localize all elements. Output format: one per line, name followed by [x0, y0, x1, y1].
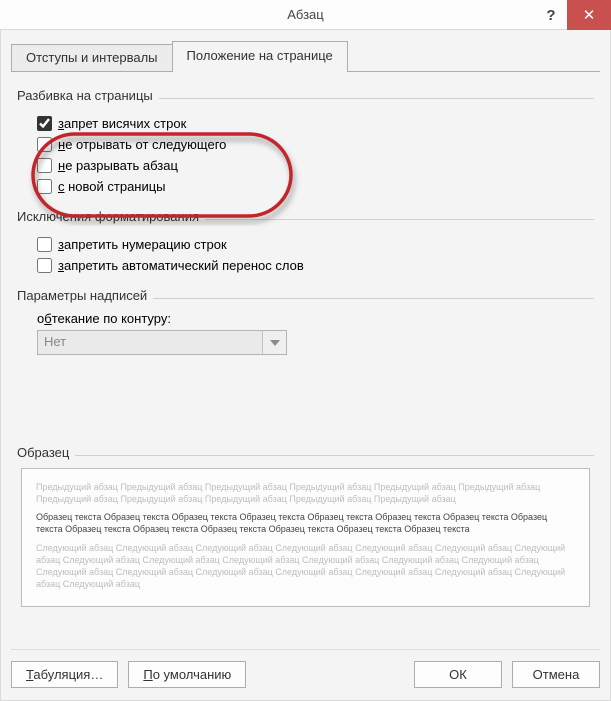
help-button[interactable]: ? — [535, 0, 567, 30]
cancel-button[interactable]: Отмена — [512, 661, 600, 688]
checkbox-page-break-before-input[interactable] — [37, 179, 52, 194]
group-caption-params-title: Параметры надписей — [17, 288, 147, 305]
checkbox-page-break-before[interactable]: с новой страницы — [37, 176, 226, 197]
checkbox-keep-lines-together-input[interactable] — [37, 158, 52, 173]
tabstrip: Отступы и интервалы Положение на страниц… — [11, 40, 600, 72]
default-button[interactable]: По умолчанию — [128, 661, 246, 688]
wrap-label: обтекание по контуру: — [37, 311, 594, 330]
tab-content: Разбивка на страницы запрет висячих стро… — [11, 72, 600, 607]
checkbox-widow-orphan[interactable]: запрет висячих строк — [37, 113, 594, 134]
group-format-exceptions: Исключения форматирования запретить нуме… — [17, 209, 594, 276]
group-pagination-title: Разбивка на страницы — [17, 88, 153, 105]
group-sample-title: Образец — [17, 445, 69, 462]
divider — [11, 649, 600, 650]
button-row: Табуляция… По умолчанию ОК Отмена — [11, 661, 600, 688]
highlight-oval: не отрывать от следующего не разрывать а… — [37, 134, 226, 197]
checkbox-widow-orphan-input[interactable] — [37, 116, 52, 131]
close-icon: ✕ — [583, 6, 596, 24]
dialog-body: Отступы и интервалы Положение на страниц… — [0, 30, 611, 701]
checkbox-keep-with-next-input[interactable] — [37, 137, 52, 152]
titlebar: Абзац ? ✕ — [0, 0, 611, 30]
window-controls: ? ✕ — [535, 0, 611, 30]
wrap-select-value: Нет — [38, 331, 262, 354]
preview-box: Предыдущий абзац Предыдущий абзац Предыд… — [21, 468, 590, 607]
checkbox-keep-with-next[interactable]: не отрывать от следующего — [37, 134, 226, 155]
checkbox-suppress-hyphenation-input[interactable] — [37, 258, 52, 273]
group-sample: Образец Предыдущий абзац Предыдущий абза… — [17, 445, 594, 607]
group-format-exceptions-title: Исключения форматирования — [17, 209, 199, 226]
tab-indent-spacing[interactable]: Отступы и интервалы — [11, 44, 173, 72]
tabs-button[interactable]: Табуляция… — [11, 661, 118, 688]
checkbox-keep-lines-together[interactable]: не разрывать абзац — [37, 155, 226, 176]
close-button[interactable]: ✕ — [567, 0, 611, 30]
tabstrip-fill — [347, 44, 600, 72]
checkbox-suppress-hyphenation[interactable]: запретить автоматический перенос слов — [37, 255, 594, 276]
checkbox-suppress-line-numbers[interactable]: запретить нумерацию строк — [37, 234, 594, 255]
chevron-down-icon — [270, 340, 280, 346]
wrap-select-button — [262, 331, 286, 354]
checkbox-suppress-line-numbers-input[interactable] — [37, 237, 52, 252]
preview-next: Следующий абзац Следующий абзац Следующи… — [36, 542, 575, 591]
wrap-select: Нет — [37, 330, 287, 355]
window-title: Абзац — [287, 7, 323, 22]
tab-page-position[interactable]: Положение на странице — [172, 41, 348, 72]
ok-button[interactable]: ОК — [414, 661, 502, 688]
group-pagination: Разбивка на страницы запрет висячих стро… — [17, 88, 594, 197]
group-caption-params: Параметры надписей обтекание по контуру:… — [17, 288, 594, 355]
preview-prev: Предыдущий абзац Предыдущий абзац Предыд… — [36, 481, 575, 505]
preview-body: Образец текста Образец текста Образец те… — [36, 511, 575, 535]
